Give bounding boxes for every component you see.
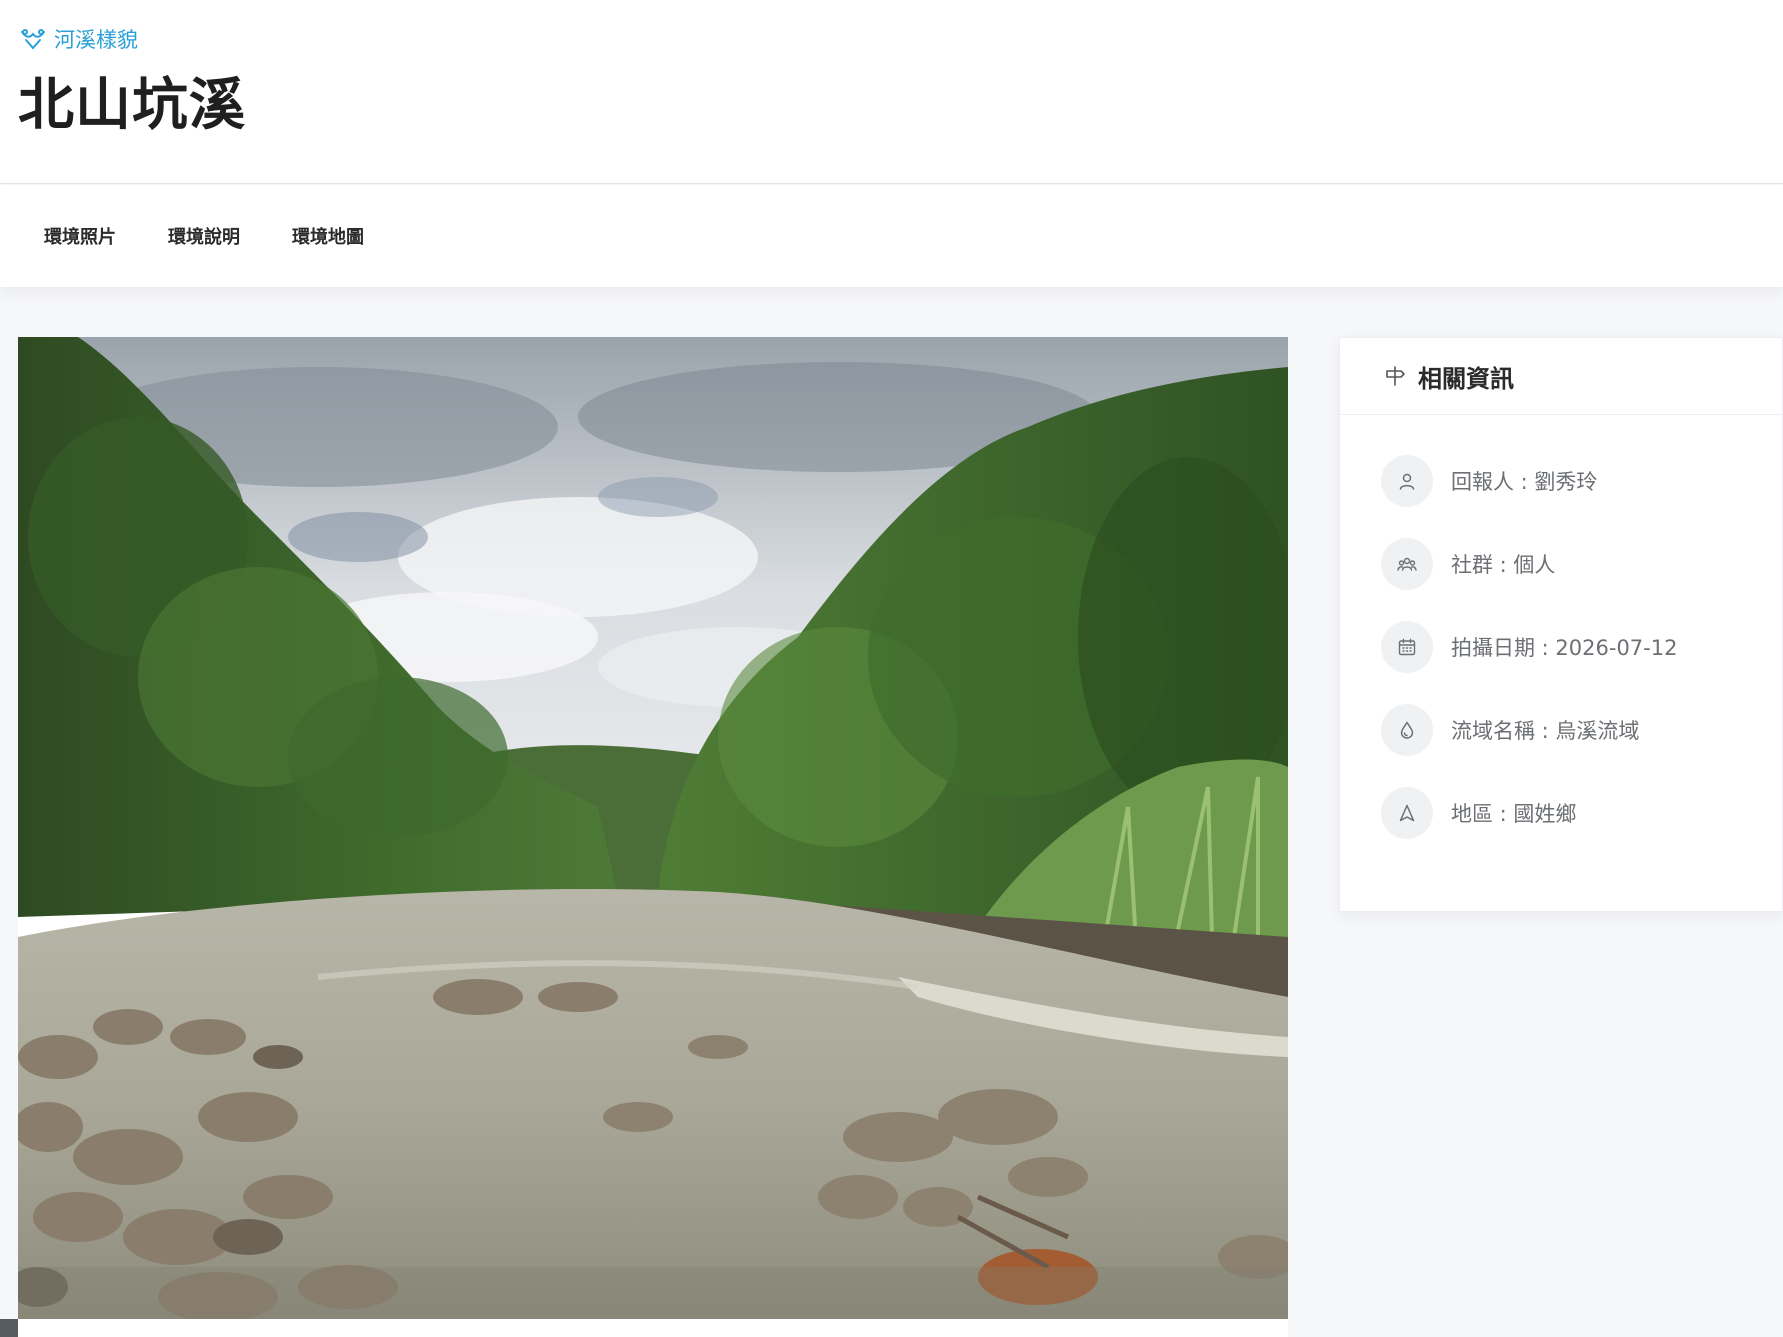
info-list: 回報人 : 劉秀玲 社群 : 個人 拍攝日期: 2026-07-12 流域名稱… (1340, 415, 1782, 839)
location-arrow-icon (1399, 804, 1415, 822)
river-icon (21, 29, 45, 50)
info-item-community: 社群 : 個人 (1381, 538, 1782, 590)
info-card-header: 相關資訊 (1340, 338, 1782, 415)
tab-photos[interactable]: 環境照片 (44, 217, 116, 255)
info-item-reporter: 回報人 : 劉秀玲 (1381, 455, 1782, 507)
group-icon (1397, 557, 1417, 571)
breadcrumb[interactable]: 河溪樣貌 (20, 24, 138, 54)
info-item-watershed: 流域名稱 : 烏溪流域 (1381, 704, 1782, 756)
calendar-icon (1398, 638, 1416, 656)
info-item-date: 拍攝日期 : 2026-07-12 (1381, 621, 1782, 673)
tab-bar: 環境照片 環境說明 環境地圖 (0, 185, 1783, 287)
signpost-icon (1386, 366, 1405, 386)
user-icon (1399, 473, 1415, 490)
info-card: 相關資訊 回報人 : 劉秀玲 社群: 個人 拍攝日期: 2026-07-12… (1339, 337, 1783, 912)
info-item-text: 社群 : 個人 (1451, 553, 1556, 577)
info-item-text: 地區 : 國姓鄉 (1451, 802, 1577, 826)
tab-description[interactable]: 環境說明 (168, 217, 240, 255)
breadcrumb-label: 河溪樣貌 (54, 28, 138, 52)
info-item-text: 流域名稱 : 烏溪流域 (1451, 719, 1640, 743)
page-title: 北山坑溪 (18, 73, 246, 138)
info-item-text: 拍攝日期 : 2026-07-12 (1451, 636, 1678, 660)
info-item-region: 地區 : 國姓鄉 (1381, 787, 1782, 839)
info-card-title: 相關資訊 (1418, 364, 1514, 393)
scroll-corner-marker (0, 1319, 18, 1337)
info-item-text: 回報人 : 劉秀玲 (1451, 470, 1598, 494)
water-drop-icon (1400, 721, 1414, 739)
tab-map[interactable]: 環境地圖 (292, 217, 364, 255)
photo-card (18, 337, 1288, 1337)
page-header: 河溪樣貌 北山坑溪 (0, 0, 1783, 184)
environment-photo[interactable] (18, 337, 1288, 1319)
